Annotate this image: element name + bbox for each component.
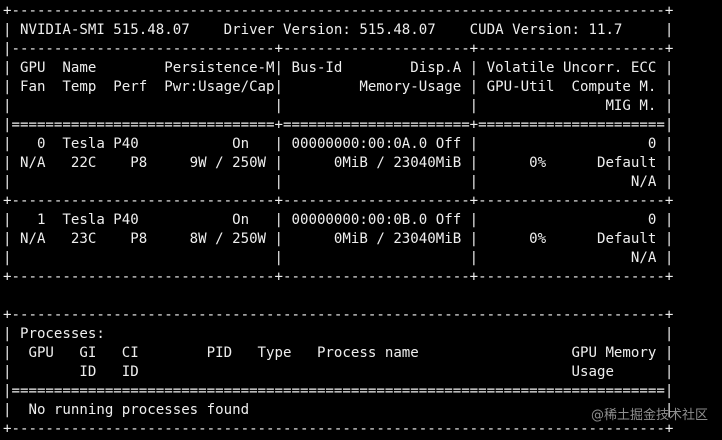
terminal-line-gpu-bottom-border: +-------------------------------+-------… [3, 269, 674, 285]
watermark: @稀土掘金技术社区 [590, 408, 708, 423]
terminal-line-gpu1-row-3: | | | N/A | [3, 250, 674, 266]
terminal-line-processes-header-2: | ID ID Usage | [3, 364, 674, 380]
terminal-line-gpu0-row-2: | N/A 22C P8 9W / 250W | 0MiB / 23040MiB… [3, 155, 674, 171]
terminal-line-processes-divider: |=======================================… [3, 383, 674, 399]
terminal-line-gpu1-row-2: | N/A 23C P8 8W / 250W | 0MiB / 23040MiB… [3, 231, 674, 247]
terminal-line-gpu-header-1: | GPU Name Persistence-M| Bus-Id Disp.A … [3, 60, 674, 76]
terminal-line-processes-header-1: | GPU GI CI PID Type Process name GPU Me… [3, 345, 674, 361]
terminal-line-version-info: | NVIDIA-SMI 515.48.07 Driver Version: 5… [3, 22, 674, 38]
terminal-line-gpu0-row-1: | 0 Tesla P40 On | 00000000:00:0A.0 Off … [3, 136, 674, 152]
terminal-line-no-processes: | No running processes found | [3, 402, 674, 418]
terminal-line-processes-top: +---------------------------------------… [3, 307, 674, 323]
terminal-line-processes-title: | Processes: | [3, 326, 674, 342]
terminal-line-gpu-header-3: | | | MIG M. | [3, 98, 674, 114]
terminal-line-gpu0-row-3: | | | N/A | [3, 174, 674, 190]
terminal-line-gpu-separator: +-------------------------------+-------… [3, 193, 674, 209]
terminal-line-top-border: +---------------------------------------… [3, 3, 674, 19]
terminal-line-gpu1-row-1: | 1 Tesla P40 On | 00000000:00:0B.0 Off … [3, 212, 674, 228]
terminal-line-header-divider: |===============================+=======… [3, 117, 674, 133]
terminal-line-separator: |-------------------------------+-------… [3, 41, 674, 57]
terminal-window[interactable]: +---------------------------------------… [0, 0, 722, 440]
terminal-line-gpu-header-2: | Fan Temp Perf Pwr:Usage/Cap| Memory-Us… [3, 79, 674, 95]
terminal-line-processes-bottom: +---------------------------------------… [3, 421, 674, 437]
